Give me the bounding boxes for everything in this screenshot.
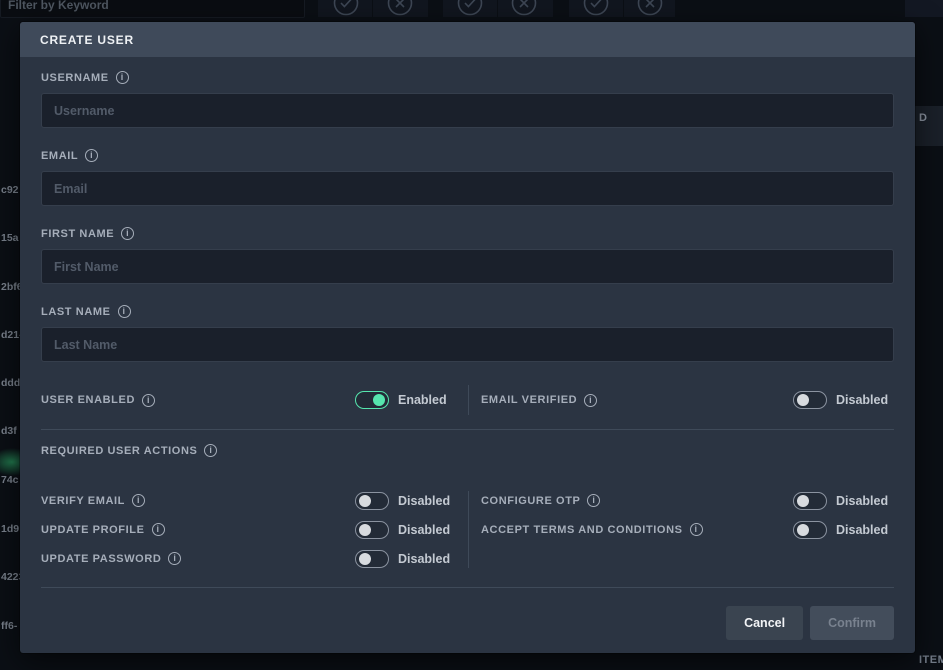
modal-title: CREATE USER [40,33,134,47]
update-profile-row: UPDATE PROFILE Disabled [41,520,456,539]
accept-terms-label: ACCEPT TERMS AND CONDITIONS [481,523,703,536]
update-password-label: UPDATE PASSWORD [41,552,181,565]
toggle-knob [797,394,809,406]
account-toggles-row: USER ENABLED Enabled EMAIL VERIFIED Disa… [41,385,894,415]
required-actions-grid: VERIFY EMAIL Disabled UPDATE PROFILE Dis… [41,491,894,568]
configure-otp-toggle[interactable] [793,492,827,510]
configure-otp-label-text: CONFIGURE OTP [481,495,580,507]
info-icon[interactable] [116,71,129,84]
update-profile-label: UPDATE PROFILE [41,523,165,536]
divider [41,429,894,430]
modal-header: CREATE USER [20,22,915,57]
update-password-state: Disabled [398,552,456,566]
email-label: EMAIL [41,149,894,162]
info-icon[interactable] [584,394,597,407]
verify-email-row: VERIFY EMAIL Disabled [41,491,456,510]
filter-keyword-input[interactable] [0,0,305,18]
email-label-text: EMAIL [41,150,78,162]
email-verified-row: EMAIL VERIFIED Disabled [481,385,894,415]
background-panel [905,0,943,17]
required-user-actions-label-text: REQUIRED USER ACTIONS [41,445,197,457]
toggle-knob [797,524,809,536]
info-icon[interactable] [121,227,134,240]
configure-otp-state: Disabled [836,494,894,508]
x-circle-icon[interactable] [387,0,413,16]
user-enabled-toggle[interactable] [355,391,389,409]
divider [372,0,373,17]
confirm-button[interactable]: Confirm [810,606,894,640]
info-icon[interactable] [142,394,155,407]
update-password-label-text: UPDATE PASSWORD [41,553,161,565]
last-name-label-text: LAST NAME [41,306,111,318]
info-icon[interactable] [118,305,131,318]
toggle-knob [359,524,371,536]
x-circle-icon[interactable] [511,0,537,16]
user-enabled-label: USER ENABLED [41,394,155,407]
first-name-label: FIRST NAME [41,227,894,240]
configure-otp-label: CONFIGURE OTP [481,494,600,507]
accept-terms-row: ACCEPT TERMS AND CONDITIONS Disabled [481,520,894,539]
accept-terms-state: Disabled [836,523,894,537]
items-per-page-fragment: ITEM [919,654,943,666]
column-header-fragment: D [919,112,927,124]
email-verified-toggle[interactable] [793,391,827,409]
update-password-toggle[interactable] [355,550,389,568]
toggle-knob [359,553,371,565]
verify-email-state: Disabled [398,494,456,508]
username-label-text: USERNAME [41,72,109,84]
update-profile-state: Disabled [398,523,456,537]
info-icon[interactable] [168,552,181,565]
info-icon[interactable] [132,494,145,507]
info-icon[interactable] [152,523,165,536]
configure-otp-row: CONFIGURE OTP Disabled [481,491,894,510]
info-icon[interactable] [690,523,703,536]
info-icon[interactable] [204,444,217,457]
verify-email-label-text: VERIFY EMAIL [41,495,125,507]
first-name-input[interactable] [41,249,894,284]
update-password-row: UPDATE PASSWORD Disabled [41,549,456,568]
update-profile-toggle[interactable] [355,521,389,539]
x-circle-icon[interactable] [637,0,663,16]
user-enabled-state: Enabled [398,393,456,407]
required-user-actions-label: REQUIRED USER ACTIONS [41,444,894,457]
update-profile-label-text: UPDATE PROFILE [41,524,145,536]
verify-email-toggle[interactable] [355,492,389,510]
email-verified-label: EMAIL VERIFIED [481,394,597,407]
username-label: USERNAME [41,71,894,84]
toggle-knob [359,495,371,507]
email-verified-label-text: EMAIL VERIFIED [481,394,577,406]
last-name-label: LAST NAME [41,305,894,318]
check-circle-icon[interactable] [333,0,359,16]
email-verified-state: Disabled [836,393,894,407]
toggle-knob [797,495,809,507]
accept-terms-toggle[interactable] [793,521,827,539]
email-input[interactable] [41,171,894,206]
cancel-button[interactable]: Cancel [726,606,803,640]
check-circle-icon[interactable] [583,0,609,16]
create-user-modal: CREATE USER USERNAME EMAIL FIRST NAME LA… [20,22,915,653]
verify-email-label: VERIFY EMAIL [41,494,145,507]
check-circle-icon[interactable] [457,0,483,16]
first-name-label-text: FIRST NAME [41,228,114,240]
divider [623,0,624,17]
divider [497,0,498,17]
user-enabled-label-text: USER ENABLED [41,394,135,406]
modal-footer: Cancel Confirm [41,587,894,640]
last-name-input[interactable] [41,327,894,362]
accept-terms-label-text: ACCEPT TERMS AND CONDITIONS [481,524,683,536]
info-icon[interactable] [587,494,600,507]
toggle-knob [373,394,385,406]
user-enabled-row: USER ENABLED Enabled [41,385,456,415]
modal-body: USERNAME EMAIL FIRST NAME LAST NAME USER… [20,71,915,653]
info-icon[interactable] [85,149,98,162]
username-input[interactable] [41,93,894,128]
background-column-header: D [915,106,943,146]
